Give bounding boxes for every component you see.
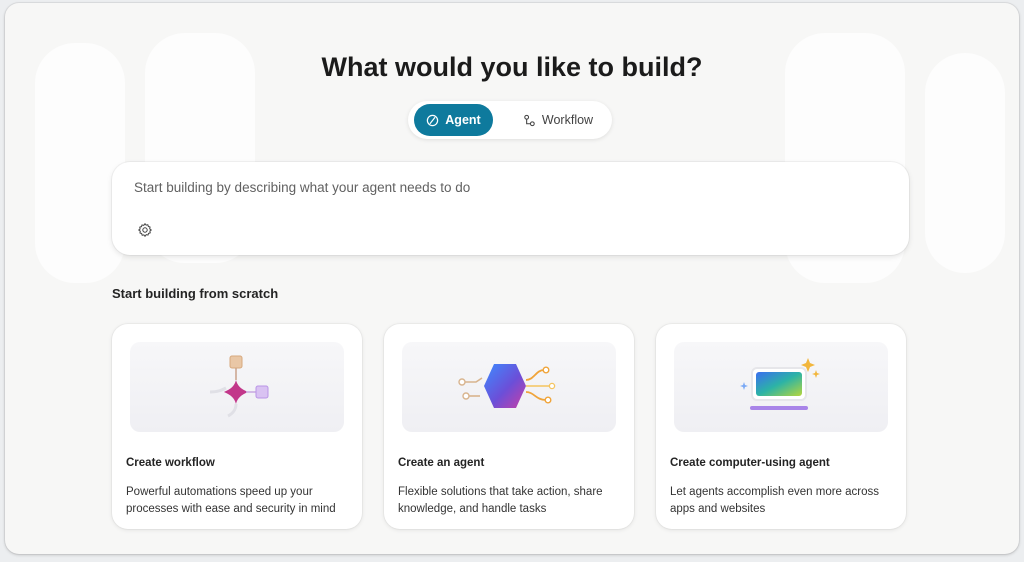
- card-illustration: [674, 342, 888, 432]
- agent-mode-button[interactable]: Agent: [414, 104, 493, 136]
- background-decoration: [925, 53, 1005, 273]
- workflow-illustration-icon: [209, 355, 269, 418]
- agent-icon: [427, 114, 439, 126]
- settings-button[interactable]: [135, 220, 155, 240]
- agent-mode-label: Agent: [445, 113, 481, 127]
- workflow-mode-button[interactable]: Workflow: [510, 104, 606, 136]
- agent-hexagon-illustration-icon: [458, 364, 556, 408]
- card-illustration: [402, 342, 616, 432]
- computer-screen-illustration-icon: [740, 358, 820, 410]
- card-illustration: [130, 342, 344, 432]
- create-computer-using-agent-card[interactable]: Create computer-using agent Let agents a…: [656, 324, 906, 529]
- card-title: Create computer-using agent: [670, 457, 830, 469]
- card-description: Powerful automations speed up your proce…: [126, 486, 336, 515]
- page-title: What would you like to build?: [321, 52, 703, 82]
- prompt-box: [112, 162, 909, 255]
- gear-icon: [138, 223, 152, 237]
- section-title: Start building from scratch: [112, 286, 279, 301]
- card-description: Let agents accomplish even more across a…: [670, 486, 880, 515]
- mode-toggle: Agent Workflow: [408, 101, 612, 139]
- card-description: Flexible solutions that take action, sha…: [398, 486, 603, 515]
- card-title: Create workflow: [126, 457, 215, 469]
- create-agent-card[interactable]: Create an agent Flexible solutions that …: [384, 324, 634, 529]
- app-window: What would you like to build? Agent Work…: [5, 3, 1019, 554]
- create-workflow-card[interactable]: Create workflow Powerful automations spe…: [112, 324, 362, 529]
- card-title: Create an agent: [398, 457, 485, 469]
- prompt-input[interactable]: [132, 176, 876, 198]
- workflow-mode-label: Workflow: [541, 113, 594, 127]
- workflow-icon: [524, 114, 535, 126]
